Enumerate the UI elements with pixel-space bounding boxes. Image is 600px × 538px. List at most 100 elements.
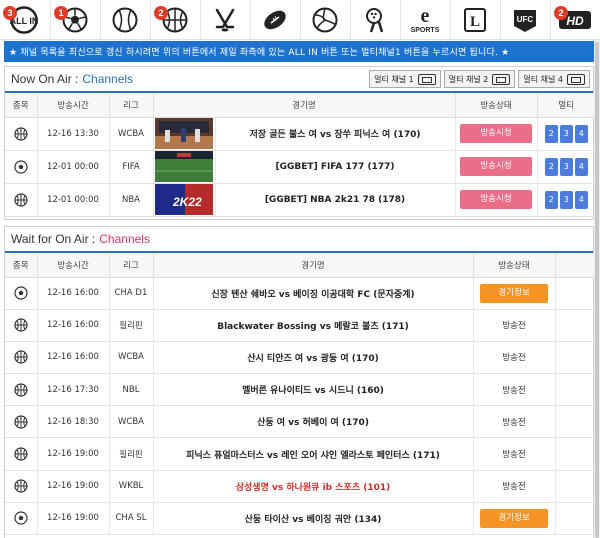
empty-cell: [555, 405, 595, 439]
soccer-icon: [14, 159, 28, 174]
time-cell: 12-01 00:00: [37, 150, 110, 184]
court-thumbnail[interactable]: [155, 118, 213, 149]
status-text: 방송전: [502, 482, 526, 493]
status-cell: 방송전: [473, 405, 556, 439]
nba2k-thumbnail[interactable]: 2K22: [155, 184, 213, 215]
basketball-icon: [14, 318, 28, 332]
league-cell: CHA SL: [109, 502, 154, 536]
multi-channel-1-button[interactable]: 멀티 채널 1: [369, 70, 441, 88]
multi-channel-2-button[interactable]: 멀티 채널 2: [443, 70, 516, 88]
time-cell: 12-16 19:00: [37, 470, 110, 503]
baseball-icon: [112, 7, 137, 33]
tab-esports[interactable]: e SPORTS: [400, 0, 448, 40]
match-info-button[interactable]: 경기정보: [480, 508, 548, 528]
lol-label: L: [469, 14, 479, 30]
table-row: 12-16 13:30 WCBA 저장 골든 불스 여 vs 장쑤 피닉스 여 …: [5, 117, 595, 151]
basketball-icon: [14, 383, 28, 397]
tab-hockey[interactable]: [200, 0, 248, 40]
tab-ufc[interactable]: UFC: [500, 0, 548, 40]
watch-button[interactable]: 방송시청: [460, 124, 532, 143]
page-scrollbar[interactable]: [594, 40, 600, 538]
empty-cell: [555, 277, 595, 310]
count-badge: 1: [54, 6, 68, 20]
multi-2-button[interactable]: 2: [544, 157, 558, 176]
sport-cell: [5, 277, 38, 310]
col-game: 경기명: [153, 93, 456, 118]
col-time: 방송시간: [37, 93, 110, 118]
table-row: 12-16 16:00 WCBA 산시 티안즈 여 vs 광둥 여 (170) 방송전: [5, 341, 595, 375]
empty-cell: [555, 470, 595, 503]
monitor-icon: [492, 73, 511, 85]
col-empty: [555, 253, 595, 278]
multi-channel-4-label: 멀티 채널 4: [523, 74, 563, 84]
tab-baseball[interactable]: [100, 0, 148, 40]
hd-label: HD: [566, 14, 584, 28]
notice-banner: ★ 채널 목록을 최신으로 갱신 하시려면 위의 버튼에서 제일 좌측에 있는 …: [4, 41, 594, 62]
basketball-icon: [14, 350, 28, 365]
volleyball-icon: [312, 7, 337, 33]
sport-cell: [5, 373, 38, 407]
tab-volleyball[interactable]: [300, 0, 348, 40]
game-name: 삼성생명 vs 하나원큐 ib 스포츠 (101): [153, 470, 474, 503]
multi-2-button[interactable]: 2: [544, 124, 558, 143]
multi-2-button[interactable]: 2: [544, 190, 558, 209]
tab-lol[interactable]: L: [450, 0, 498, 40]
tab-hd[interactable]: HD 2: [550, 0, 598, 40]
col-game: 경기명: [153, 253, 474, 278]
time-cell: 12-01 00:00: [37, 183, 110, 217]
watch-button[interactable]: 방송시청: [460, 157, 532, 176]
empty-cell: [555, 437, 595, 471]
scrollbar-thumb[interactable]: [595, 42, 599, 538]
empty-cell: [555, 309, 595, 342]
wait-table: 종목 방송시간 리그 경기명 방송상태 12-16 16:00 CHA D1 신장 …: [5, 253, 595, 536]
status-cell: 방송전: [473, 437, 556, 471]
multi-channel-1-label: 멀티 채널 1: [374, 74, 414, 84]
table-row: 12-01 00:00 NBA 2K22 [GGBET] NBA 2k21 78…: [5, 183, 595, 217]
table-row: 12-16 16:00 필리핀 Blackwater Bossing vs 메랄코 …: [5, 309, 595, 342]
multi-3-button[interactable]: 3: [559, 124, 573, 143]
multi-channel-4-button[interactable]: 멀티 채널 4: [518, 70, 590, 88]
pitch-thumbnail[interactable]: [155, 151, 213, 182]
league-cell: WCBA: [109, 117, 154, 151]
tab-all-in[interactable]: ALL IN 3: [0, 0, 48, 40]
bowling-icon: [365, 8, 383, 33]
status-cell: 방송시청: [455, 117, 538, 151]
tab-bowling[interactable]: [350, 0, 398, 40]
col-status: 방송상태: [455, 93, 538, 118]
tab-football[interactable]: [250, 0, 298, 40]
tab-basketball[interactable]: 2: [150, 0, 198, 40]
thumbnail-cell: 2K22: [153, 183, 216, 217]
basketball-icon: [14, 126, 28, 141]
wait-on-air-title: Wait for On Air :: [11, 232, 96, 246]
table-row: 12-16 18:30 WCBA 산둥 여 vs 허베이 여 (170) 방송전: [5, 405, 595, 439]
multi-4-button[interactable]: 4: [574, 124, 588, 143]
table-row: 12-01 00:00 FIFA [GGBET] FIFA 177 (177) …: [5, 150, 595, 184]
multi-4-button[interactable]: 4: [574, 157, 588, 176]
multi-3-button[interactable]: 3: [559, 190, 573, 209]
basketball-icon: [14, 192, 28, 207]
multi-4-button[interactable]: 4: [574, 190, 588, 209]
game-name: 저장 골든 불스 여 vs 장쑤 피닉스 여 (170): [215, 117, 456, 151]
sport-cell: [5, 309, 38, 342]
game-name: [GGBET] FIFA 177 (177): [215, 150, 456, 184]
league-cell: WCBA: [109, 405, 154, 439]
sport-cell: [5, 183, 38, 217]
soccer-icon: [14, 286, 28, 300]
basketball-icon: [14, 415, 28, 429]
watch-button[interactable]: 방송시청: [460, 190, 532, 209]
game-name: 신장 텐산 쉐바오 vs 베이징 이공대학 FC (문자중계): [153, 277, 474, 310]
game-name: 산둥 여 vs 허베이 여 (170): [153, 405, 474, 439]
game-name: 산시 티안즈 여 vs 광둥 여 (170): [153, 341, 474, 375]
tab-soccer[interactable]: 1: [50, 0, 98, 40]
time-cell: 12-16 13:30: [37, 117, 110, 151]
sport-cell: [5, 502, 38, 536]
multi-3-button[interactable]: 3: [559, 157, 573, 176]
col-sport: 종목: [5, 253, 38, 278]
basketball-icon: [14, 447, 28, 461]
league-cell: 필리핀: [109, 437, 154, 471]
match-info-button[interactable]: 경기정보: [480, 283, 548, 303]
soccer-icon: [14, 511, 28, 526]
game-name: 멜버른 유나이티드 vs 시드니 (160): [153, 373, 474, 407]
table-row: 12-16 19:00 필리핀 피닉스 퓨얼마스터스 vs 레인 오어 샤인 엘라스…: [5, 437, 595, 471]
status-text: 방송전: [502, 385, 526, 396]
